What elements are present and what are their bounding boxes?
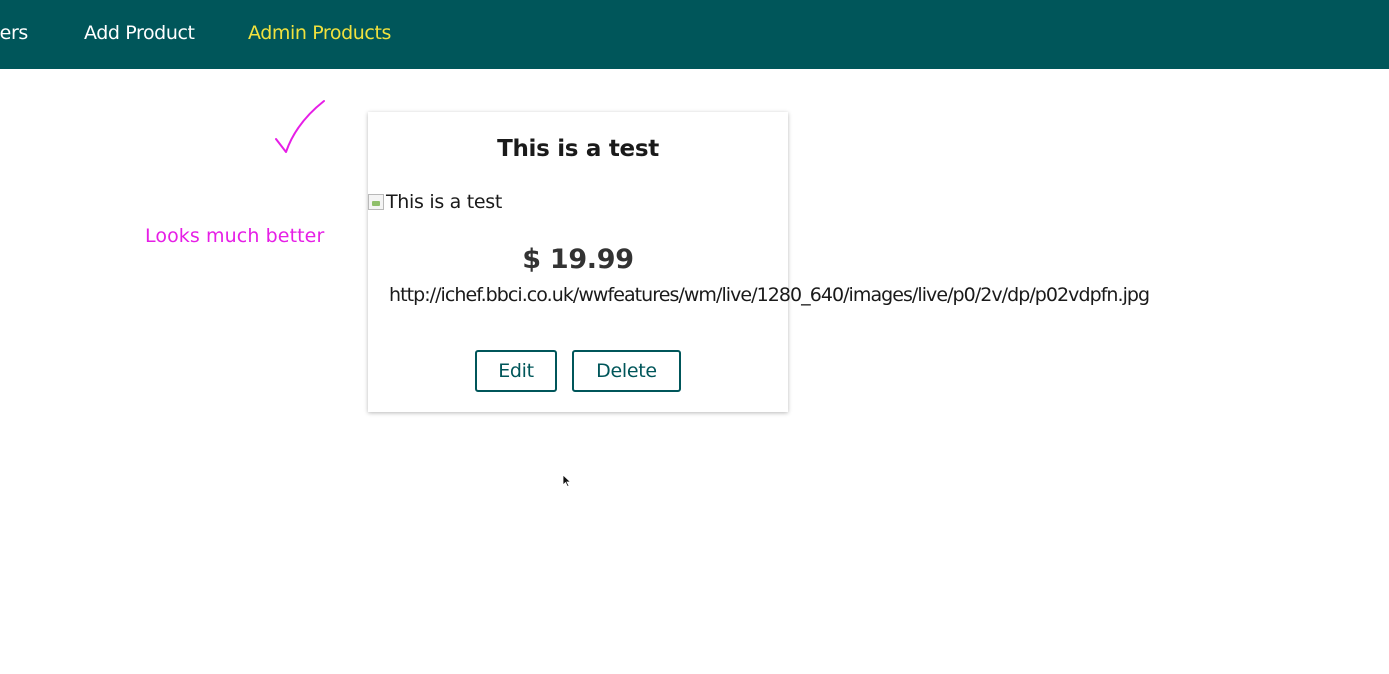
broken-image-icon [368,194,384,210]
nav-link-add-product[interactable]: Add Product [84,20,195,46]
annotation-text: Looks much better [145,225,325,247]
product-price: $ 19.99 [522,244,634,275]
nav-link-orders[interactable]: ders [0,20,28,46]
checkmark-icon [275,100,325,153]
mouse-pointer-icon [562,474,572,488]
top-navigation-bar: ders Add Product Admin Products [0,0,1389,69]
delete-button[interactable]: Delete [572,350,681,392]
product-title: This is a test [497,136,659,162]
product-image-alt-text: This is a test [386,191,503,213]
product-image-url-text: http://ichef.bbci.co.uk/wwfeatures/wm/li… [389,284,1150,306]
edit-button[interactable]: Edit [475,350,557,392]
product-image: This is a test [368,188,502,216]
nav-link-admin-products[interactable]: Admin Products [248,20,391,46]
